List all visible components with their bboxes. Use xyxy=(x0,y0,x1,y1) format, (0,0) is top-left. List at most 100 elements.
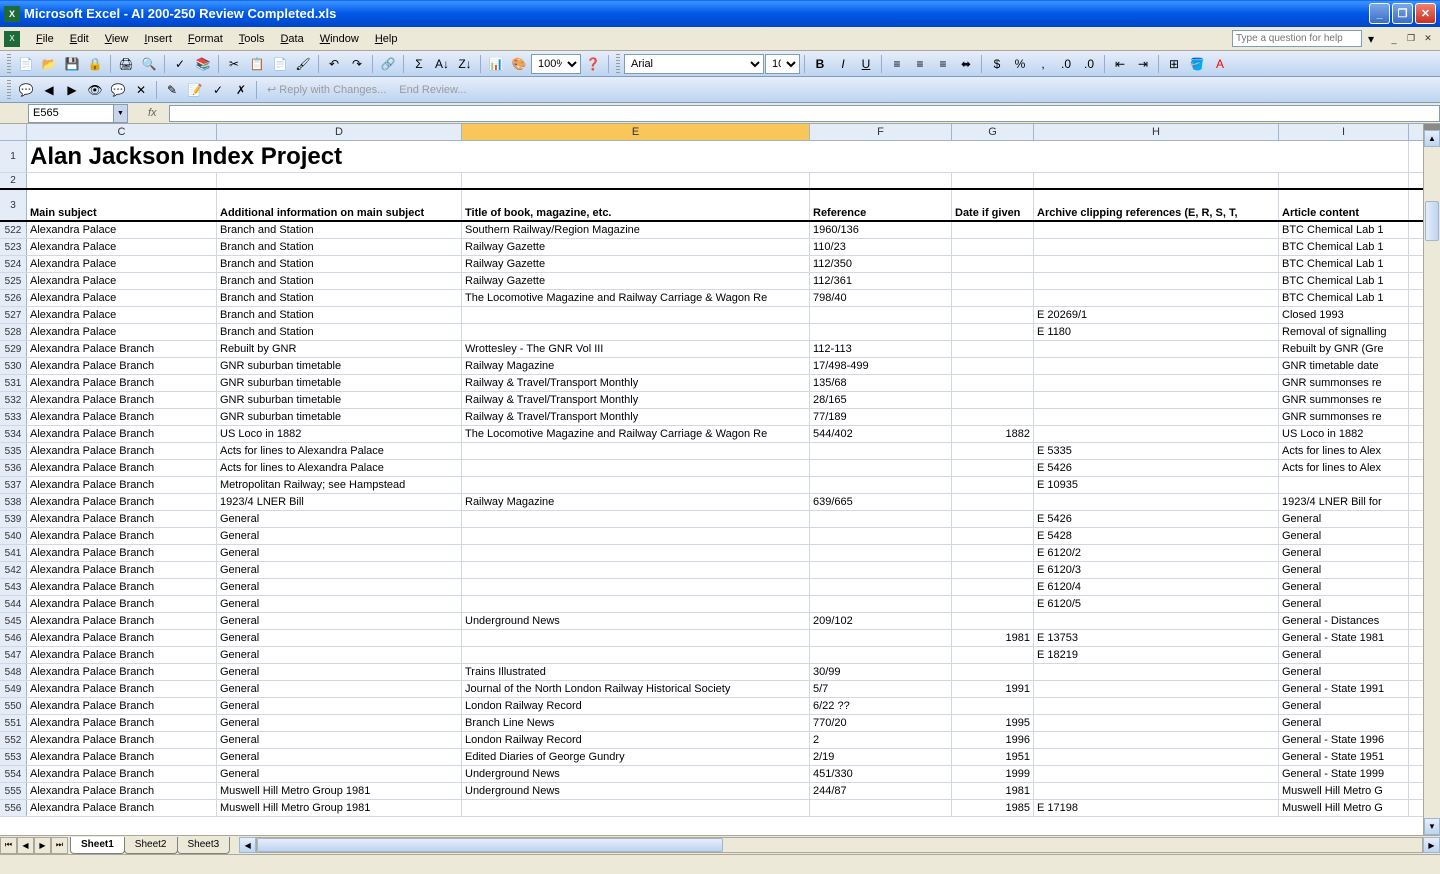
row-header[interactable]: 1 xyxy=(0,141,27,172)
toolbar-grip[interactable] xyxy=(7,54,11,74)
menu-help[interactable]: Help xyxy=(367,31,406,47)
chart-wizard-button[interactable]: 📊 xyxy=(485,53,507,75)
cell[interactable] xyxy=(1034,273,1279,289)
cell[interactable]: 798/40 xyxy=(810,290,952,306)
col-header-C[interactable]: C xyxy=(27,124,217,140)
col-header-E[interactable]: E xyxy=(462,124,810,140)
cell[interactable] xyxy=(1034,222,1279,238)
cell[interactable]: General - State 1999 xyxy=(1279,766,1409,782)
cell[interactable]: General - State 1996 xyxy=(1279,732,1409,748)
row-header[interactable]: 553 xyxy=(0,749,27,765)
save-button[interactable]: 💾 xyxy=(61,53,83,75)
sort-asc-button[interactable]: A↓ xyxy=(431,53,453,75)
cell[interactable]: General xyxy=(217,715,462,731)
cell[interactable]: Railway Magazine xyxy=(462,358,810,374)
cell[interactable]: General xyxy=(217,766,462,782)
cell[interactable]: General xyxy=(217,647,462,663)
row-header[interactable]: 535 xyxy=(0,443,27,459)
vscroll-thumb[interactable] xyxy=(1425,201,1439,241)
cell[interactable] xyxy=(1034,732,1279,748)
cell[interactable] xyxy=(952,494,1034,510)
scroll-up-button[interactable]: ▲ xyxy=(1424,130,1440,147)
cell[interactable]: 1999 xyxy=(952,766,1034,782)
cell[interactable] xyxy=(952,358,1034,374)
cell[interactable]: Alexandra Palace xyxy=(27,324,217,340)
doc-minimize-button[interactable]: _ xyxy=(1386,32,1402,46)
row-header[interactable]: 551 xyxy=(0,715,27,731)
cell[interactable]: 209/102 xyxy=(810,613,952,629)
row-header[interactable]: 554 xyxy=(0,766,27,782)
cell[interactable]: Branch and Station xyxy=(217,239,462,255)
menu-edit[interactable]: Edit xyxy=(62,31,97,47)
cell[interactable]: General xyxy=(1279,511,1409,527)
cell[interactable]: 244/87 xyxy=(810,783,952,799)
cell[interactable] xyxy=(1034,613,1279,629)
undo-button[interactable]: ↶ xyxy=(323,53,345,75)
sheet-tab-sheet2[interactable]: Sheet2 xyxy=(124,837,178,854)
cell[interactable]: 1960/136 xyxy=(810,222,952,238)
row-header[interactable]: 544 xyxy=(0,596,27,612)
cell[interactable]: Alexandra Palace Branch xyxy=(27,443,217,459)
cell[interactable] xyxy=(462,460,810,476)
cell[interactable]: Alexandra Palace Branch xyxy=(27,613,217,629)
col-header-I[interactable]: I xyxy=(1279,124,1409,140)
open-button[interactable]: 📂 xyxy=(38,53,60,75)
col-header-H[interactable]: H xyxy=(1034,124,1279,140)
cell[interactable] xyxy=(1034,715,1279,731)
accept-change-button[interactable]: ✓ xyxy=(207,79,229,101)
cell[interactable] xyxy=(952,528,1034,544)
cell[interactable] xyxy=(462,545,810,561)
cell[interactable]: Alexandra Palace xyxy=(27,290,217,306)
spelling-button[interactable]: ✓ xyxy=(169,53,191,75)
sort-desc-button[interactable]: Z↓ xyxy=(454,53,476,75)
cell[interactable]: Acts for lines to Alex xyxy=(1279,460,1409,476)
cell[interactable] xyxy=(952,409,1034,425)
cell[interactable]: 30/99 xyxy=(810,664,952,680)
cell[interactable]: Alexandra Palace Branch xyxy=(27,426,217,442)
font-name-combo[interactable]: Arial xyxy=(624,54,764,74)
paste-button[interactable]: 📄 xyxy=(269,53,291,75)
cell[interactable] xyxy=(462,324,810,340)
cell[interactable] xyxy=(462,528,810,544)
cell[interactable]: General xyxy=(217,749,462,765)
fx-icon[interactable]: fx xyxy=(148,107,157,119)
row-header[interactable]: 534 xyxy=(0,426,27,442)
align-center-button[interactable]: ≡ xyxy=(909,53,931,75)
cell[interactable] xyxy=(952,290,1034,306)
cell[interactable]: Alexandra Palace Branch xyxy=(27,698,217,714)
autosum-button[interactable]: Σ xyxy=(408,53,430,75)
cell[interactable]: Alexandra Palace Branch xyxy=(27,647,217,663)
row-header[interactable]: 552 xyxy=(0,732,27,748)
new-comment-button[interactable]: 💬 xyxy=(15,79,37,101)
borders-button[interactable]: ⊞ xyxy=(1163,53,1185,75)
menu-view[interactable]: View xyxy=(97,31,137,47)
cell[interactable]: US Loco in 1882 xyxy=(1279,426,1409,442)
cell[interactable]: The Locomotive Magazine and Railway Carr… xyxy=(462,426,810,442)
cell[interactable]: E 5335 xyxy=(1034,443,1279,459)
minimize-button[interactable]: _ xyxy=(1369,3,1390,24)
research-button[interactable]: 📚 xyxy=(192,53,214,75)
row-header[interactable]: 522 xyxy=(0,222,27,238)
cell[interactable] xyxy=(810,173,952,188)
cell[interactable]: Edited Diaries of George Gundry xyxy=(462,749,810,765)
cell[interactable]: E 5428 xyxy=(1034,528,1279,544)
cell[interactable] xyxy=(952,562,1034,578)
cell[interactable] xyxy=(952,460,1034,476)
cell[interactable] xyxy=(1034,426,1279,442)
vscroll-track[interactable] xyxy=(1424,147,1440,818)
cell[interactable]: E 20269/1 xyxy=(1034,307,1279,323)
cell[interactable] xyxy=(810,477,952,493)
cell[interactable] xyxy=(810,596,952,612)
row-header[interactable]: 532 xyxy=(0,392,27,408)
cell[interactable]: E 17198 xyxy=(1034,800,1279,816)
print-preview-button[interactable]: 🔍 xyxy=(138,53,160,75)
cell[interactable]: 135/68 xyxy=(810,375,952,391)
cell[interactable] xyxy=(952,222,1034,238)
cell[interactable]: General xyxy=(217,732,462,748)
cell[interactable]: London Railway Record xyxy=(462,732,810,748)
row-header[interactable]: 523 xyxy=(0,239,27,255)
underline-button[interactable]: U xyxy=(855,53,877,75)
cell[interactable]: Alexandra Palace Branch xyxy=(27,630,217,646)
cell[interactable]: BTC Chemical Lab 1 xyxy=(1279,222,1409,238)
close-button[interactable]: ✕ xyxy=(1415,3,1436,24)
